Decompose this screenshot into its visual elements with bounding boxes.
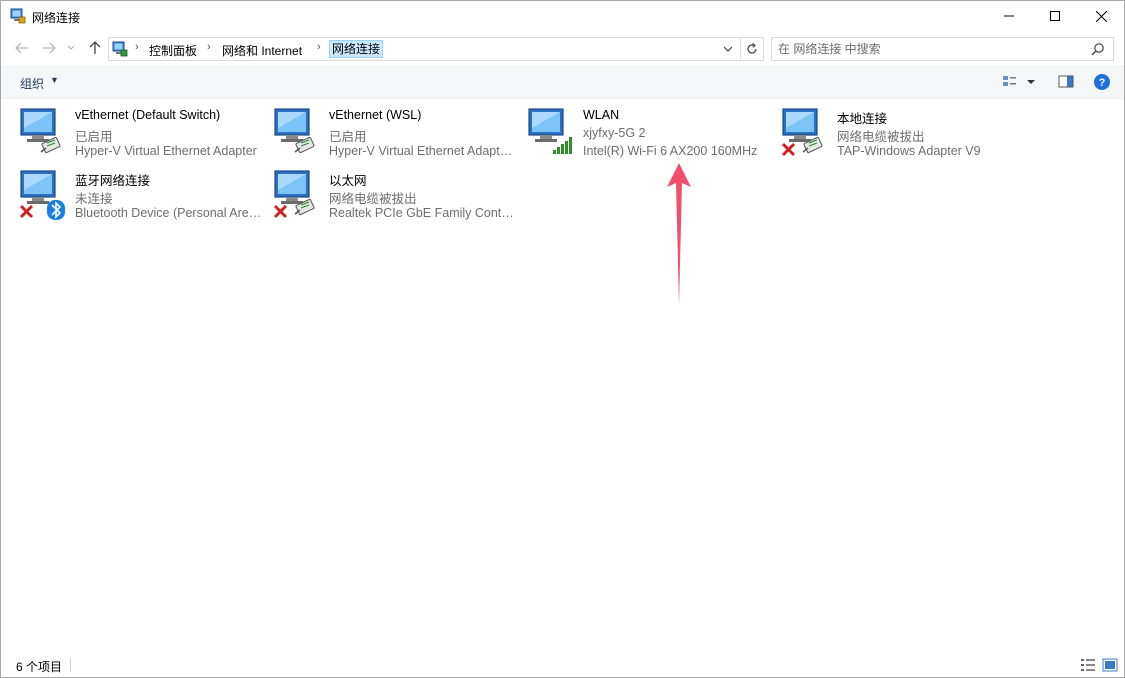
up-button[interactable]	[85, 38, 105, 58]
breadcrumb-network-internet[interactable]: 网络和 Internet	[222, 42, 302, 59]
details-view-icon[interactable]	[1080, 657, 1096, 673]
item-count: 6 个项目	[16, 660, 63, 674]
back-button[interactable]	[12, 38, 32, 58]
network-adapter-icon	[20, 108, 61, 154]
connections-list: vEthernet (Default Switch) 已启用 Hyper-V V…	[1, 100, 1124, 652]
connection-item-ethernet[interactable]: 以太网 网络电缆被拔出 Realtek PCIe GbE Family Cont…	[257, 162, 517, 222]
connection-item-vethernet-wsl[interactable]: vEthernet (WSL) 已启用 Hyper-V Virtual Ethe…	[257, 100, 517, 160]
window: 网络连接 › 控制面板 › 网络和 Internet › 网络连接 在 网络连接…	[0, 0, 1125, 678]
connection-device: Hyper-V Virtual Ethernet Adapter #2	[329, 144, 517, 158]
connection-name: vEthernet (Default Switch)	[75, 108, 221, 122]
bluetooth-icon	[47, 200, 65, 220]
connection-status: 网络电缆被拔出	[837, 130, 925, 144]
close-button[interactable]	[1078, 1, 1124, 31]
breadcrumb-network-connections[interactable]: 网络连接	[329, 40, 384, 58]
svg-text:?: ?	[1099, 77, 1106, 89]
organize-caret-icon[interactable]: ▼	[50, 75, 59, 85]
refresh-button[interactable]	[740, 38, 762, 60]
connection-item-bluetooth[interactable]: 蓝牙网络连接 未连接 Bluetooth Device (Personal Ar…	[3, 162, 263, 222]
connection-status: xjyfxy-5G 2	[583, 126, 646, 140]
refresh-icon	[746, 43, 757, 54]
status-bar: 6 个项目	[1, 653, 1124, 677]
window-title: 网络连接	[32, 11, 81, 25]
control-panel-icon	[112, 41, 128, 57]
wifi-adapter-icon	[528, 108, 572, 154]
connection-device: TAP-Windows Adapter V9	[837, 144, 981, 158]
address-history-chevron-icon[interactable]	[720, 41, 736, 57]
minimize-button[interactable]	[986, 1, 1032, 31]
search-input[interactable]	[778, 41, 1078, 57]
network-adapter-disconnected-icon	[273, 170, 315, 219]
search-icon[interactable]	[1091, 42, 1105, 56]
error-x-icon	[781, 142, 796, 157]
connection-status: 已启用	[329, 130, 367, 144]
bluetooth-adapter-icon	[19, 170, 65, 220]
up-arrow-icon	[89, 41, 101, 54]
minimize-icon	[1004, 15, 1014, 17]
connection-status: 网络电缆被拔出	[329, 192, 417, 206]
connection-name: 蓝牙网络连接	[75, 174, 151, 188]
connection-status: 未连接	[75, 192, 113, 206]
address-bar[interactable]: › 控制面板 › 网络和 Internet › 网络连接	[108, 37, 764, 61]
error-x-icon	[273, 204, 288, 219]
connection-device: Realtek PCIe GbE Family Controller	[329, 206, 517, 220]
command-bar: 组织 ▼ ?	[1, 65, 1124, 99]
breadcrumb-separator-icon[interactable]: ›	[135, 41, 139, 53]
network-adapter-disconnected-icon	[781, 108, 823, 157]
connection-name: 本地连接	[837, 112, 888, 126]
connection-device: Bluetooth Device (Personal Area Network)	[75, 206, 263, 220]
forward-arrow-icon	[43, 42, 56, 54]
annotation-arrow-icon	[667, 163, 691, 305]
view-options-icon[interactable]	[1001, 73, 1019, 91]
breadcrumb-control-panel[interactable]: 控制面板	[149, 42, 197, 59]
preview-pane-icon[interactable]	[1057, 73, 1075, 91]
forward-button[interactable]	[39, 38, 59, 58]
back-arrow-icon	[15, 42, 28, 54]
maximize-icon	[1050, 11, 1060, 21]
title-bar: 网络连接	[1, 1, 1124, 31]
maximize-button[interactable]	[1032, 1, 1078, 31]
breadcrumb-separator-icon[interactable]: ›	[207, 41, 211, 53]
connection-item-vethernet-default-switch[interactable]: vEthernet (Default Switch) 已启用 Hyper-V V…	[3, 100, 257, 160]
network-connections-icon	[10, 8, 26, 24]
connection-name: WLAN	[583, 108, 620, 122]
connection-device: Hyper-V Virtual Ethernet Adapter	[75, 144, 257, 158]
navigation-bar: › 控制面板 › 网络和 Internet › 网络连接	[1, 34, 1124, 62]
close-icon	[1095, 10, 1107, 22]
search-box[interactable]	[771, 37, 1114, 61]
organize-menu[interactable]: 组织	[20, 75, 44, 92]
network-adapter-icon	[274, 108, 315, 154]
connection-item-local[interactable]: 本地连接 网络电缆被拔出 TAP-Windows Adapter V9	[765, 100, 1019, 160]
view-options-chevron-icon[interactable]	[1025, 73, 1037, 91]
connection-status: 已启用	[75, 130, 113, 144]
connection-name: 以太网	[329, 174, 367, 188]
connection-name: vEthernet (WSL)	[329, 108, 422, 122]
status-divider	[70, 658, 71, 672]
recent-locations-button[interactable]	[64, 38, 78, 58]
connection-device: Intel(R) Wi-Fi 6 AX200 160MHz	[583, 144, 758, 158]
chevron-down-icon	[67, 45, 75, 50]
error-x-icon	[19, 204, 34, 219]
connection-item-wlan[interactable]: WLAN xjyfxy-5G 2 Intel(R) Wi-Fi 6 AX200 …	[511, 100, 765, 160]
breadcrumb-separator-icon[interactable]: ›	[317, 41, 321, 53]
large-icons-view-icon[interactable]	[1102, 657, 1118, 673]
help-icon[interactable]: ?	[1093, 73, 1111, 91]
